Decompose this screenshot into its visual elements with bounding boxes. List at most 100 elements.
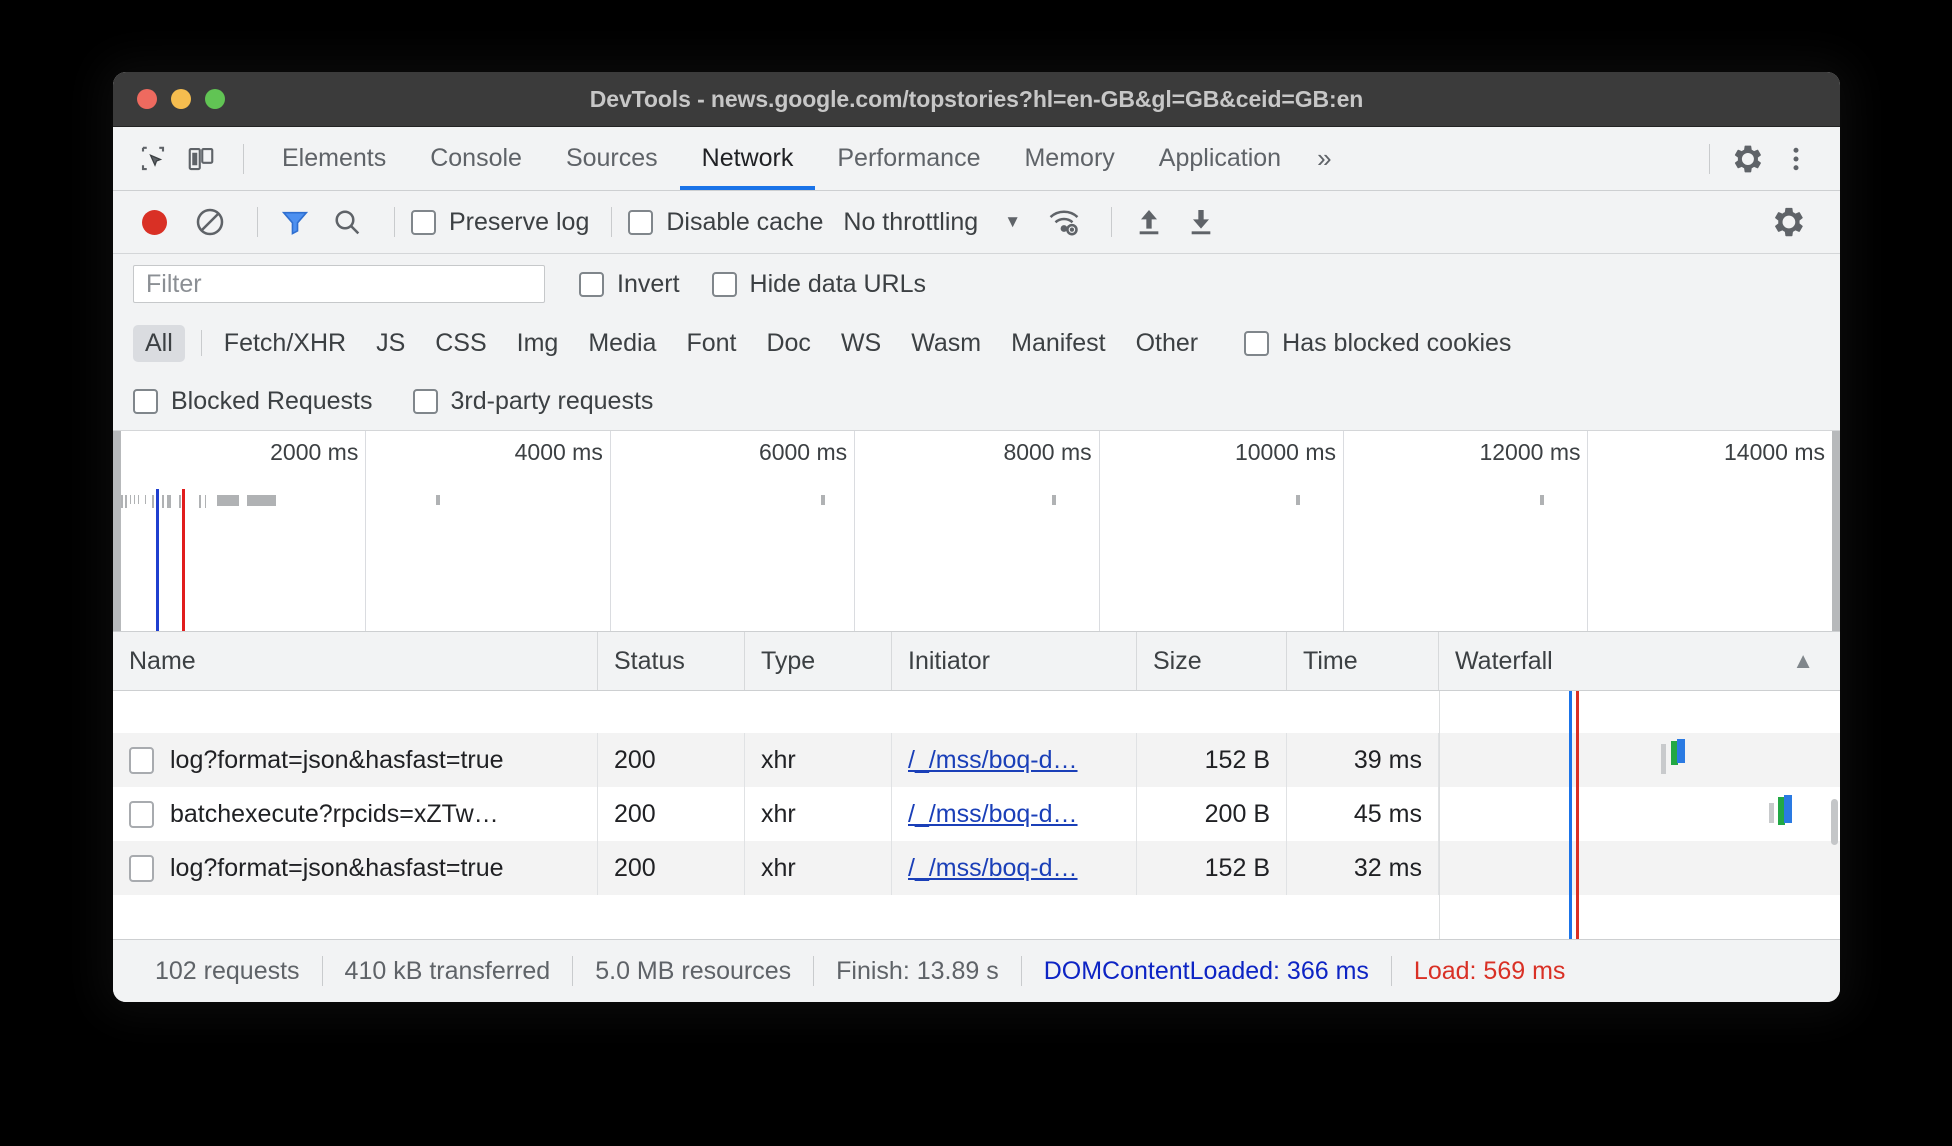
status-requests: 102 requests: [155, 956, 300, 985]
record-button-icon[interactable]: [133, 201, 175, 243]
cell-name: log?format=json&hasfast=true: [113, 733, 598, 787]
more-tabs-icon[interactable]: »: [1303, 143, 1345, 174]
maximize-window-button[interactable]: [205, 89, 225, 109]
close-window-button[interactable]: [137, 89, 157, 109]
hide-data-urls-box[interactable]: [711, 271, 737, 297]
cell-time: 45 ms: [1287, 787, 1439, 841]
has-blocked-cookies-checkbox[interactable]: Has blocked cookies: [1244, 329, 1511, 358]
download-har-icon[interactable]: [1180, 201, 1222, 243]
type-filter-img[interactable]: Img: [505, 325, 571, 362]
search-icon[interactable]: [326, 201, 368, 243]
type-filter-doc[interactable]: Doc: [754, 325, 822, 362]
tab-label: Sources: [565, 144, 658, 172]
overview-left-handle[interactable]: [113, 431, 121, 631]
type-filter-media[interactable]: Media: [576, 325, 668, 362]
blocked-requests-box[interactable]: [133, 388, 158, 414]
type-filter-css[interactable]: CSS: [423, 325, 498, 362]
table-row[interactable]: log?format=json&hasfast=true 200 xhr /_/…: [113, 841, 1840, 895]
gear-icon[interactable]: [1726, 137, 1770, 181]
overview-right-handle[interactable]: [1832, 431, 1840, 631]
request-name: log?format=json&hasfast=true: [170, 745, 504, 774]
tab-application[interactable]: Application: [1137, 127, 1303, 190]
tab-console[interactable]: Console: [408, 127, 544, 190]
column-header-initiator[interactable]: Initiator: [892, 632, 1137, 690]
chevron-down-icon[interactable]: ▼: [1004, 212, 1021, 232]
third-party-requests-box[interactable]: [412, 388, 438, 414]
disable-cache-checkbox[interactable]: Disable cache: [628, 208, 823, 237]
minimize-window-button[interactable]: [171, 89, 191, 109]
invert-checkbox[interactable]: Invert: [579, 270, 680, 299]
filter-row: Filter Invert Hide data URLs: [113, 254, 1840, 314]
column-header-waterfall[interactable]: Waterfall ▲: [1439, 632, 1840, 690]
overview-load-marker: [182, 489, 185, 631]
status-dom-content-loaded: DOMContentLoaded: 366 ms: [1043, 956, 1369, 985]
column-header-name[interactable]: Name: [113, 632, 598, 690]
column-header-size[interactable]: Size: [1137, 632, 1287, 690]
window-titlebar: DevTools - news.google.com/topstories?hl…: [113, 72, 1840, 127]
device-toolbar-icon[interactable]: [179, 137, 223, 181]
filter-funnel-icon[interactable]: [274, 201, 316, 243]
type-filter-font[interactable]: Font: [674, 325, 748, 362]
row-checkbox[interactable]: [129, 854, 154, 882]
has-blocked-cookies-box[interactable]: [1244, 330, 1270, 356]
extra-filters-row: Blocked Requests 3rd-party requests: [113, 372, 1840, 431]
preserve-log-box[interactable]: [411, 209, 436, 235]
tab-elements[interactable]: Elements: [260, 127, 408, 190]
network-overview-timeline[interactable]: 2000 ms 4000 ms 6000 ms 8000 ms 10000 ms…: [113, 431, 1840, 632]
sort-ascending-icon: ▲: [1792, 648, 1814, 673]
cell-name: log?format=json&hasfast=true: [113, 841, 598, 895]
requests-table: Name Status Type Initiator Size Time Wat…: [113, 632, 1840, 939]
row-checkbox[interactable]: [129, 800, 154, 828]
type-filter-other[interactable]: Other: [1124, 325, 1211, 362]
initiator-link[interactable]: /_/mss/boq-d…: [908, 854, 1078, 883]
row-checkbox[interactable]: [129, 746, 154, 774]
cell-status: 200: [598, 733, 745, 787]
request-name: log?format=json&hasfast=true: [170, 853, 504, 882]
table-row[interactable]: batchexecute?rpcids=xZTw… 200 xhr /_/mss…: [113, 787, 1840, 841]
cell-initiator[interactable]: /_/mss/boq-d…: [892, 733, 1137, 787]
tab-memory[interactable]: Memory: [1002, 127, 1136, 190]
third-party-requests-checkbox[interactable]: 3rd-party requests: [412, 387, 653, 416]
type-filter-fetch-xhr[interactable]: Fetch/XHR: [212, 325, 358, 362]
overview-tick: 8000 ms: [1003, 439, 1092, 465]
kebab-menu-icon[interactable]: [1774, 137, 1818, 181]
table-row[interactable]: log?format=json&hasfast=true 200 xhr /_/…: [113, 733, 1840, 787]
type-filter-js[interactable]: JS: [364, 325, 417, 362]
type-filter-manifest[interactable]: Manifest: [999, 325, 1117, 362]
invert-box[interactable]: [579, 271, 604, 297]
gear-icon[interactable]: [1768, 201, 1810, 243]
tab-sources[interactable]: Sources: [544, 127, 680, 190]
hide-data-urls-checkbox[interactable]: Hide data URLs: [711, 270, 926, 299]
network-status-bar: 102 requests 410 kB transferred 5.0 MB r…: [113, 939, 1840, 1002]
initiator-link[interactable]: /_/mss/boq-d…: [908, 746, 1078, 775]
tab-network[interactable]: Network: [679, 127, 816, 190]
column-header-status[interactable]: Status: [598, 632, 745, 690]
search-input[interactable]: Filter: [133, 265, 545, 303]
toolbar-divider-1: [257, 207, 258, 237]
cell-initiator[interactable]: /_/mss/boq-d…: [892, 841, 1137, 895]
column-header-waterfall-label: Waterfall: [1455, 646, 1553, 675]
requests-table-body[interactable]: log?format=json&hasfast=true 200 xhr /_/…: [113, 691, 1840, 939]
type-filter-wasm[interactable]: Wasm: [899, 325, 993, 362]
type-filter-all[interactable]: All: [133, 324, 185, 362]
column-header-type[interactable]: Type: [745, 632, 892, 690]
tab-label: Memory: [1024, 144, 1115, 172]
tab-performance[interactable]: Performance: [815, 127, 1002, 190]
tab-label: Console: [430, 144, 522, 172]
type-filter-ws[interactable]: WS: [829, 325, 893, 362]
network-conditions-icon[interactable]: [1043, 201, 1085, 243]
overview-inner: 2000 ms 4000 ms 6000 ms 8000 ms 10000 ms…: [121, 431, 1832, 631]
traffic-light-buttons: [113, 89, 225, 109]
throttling-select[interactable]: No throttling: [843, 208, 978, 237]
record-dot: [141, 209, 167, 235]
cell-initiator[interactable]: /_/mss/boq-d…: [892, 787, 1137, 841]
initiator-link[interactable]: /_/mss/boq-d…: [908, 800, 1078, 829]
blocked-requests-checkbox[interactable]: Blocked Requests: [133, 387, 373, 416]
column-header-time[interactable]: Time: [1287, 632, 1439, 690]
inspect-element-icon[interactable]: [131, 137, 175, 181]
preserve-log-checkbox[interactable]: Preserve log: [411, 208, 589, 237]
toolbar-divider-3: [611, 207, 613, 237]
upload-har-icon[interactable]: [1128, 201, 1170, 243]
disable-cache-box[interactable]: [628, 209, 654, 235]
clear-icon[interactable]: [189, 201, 231, 243]
